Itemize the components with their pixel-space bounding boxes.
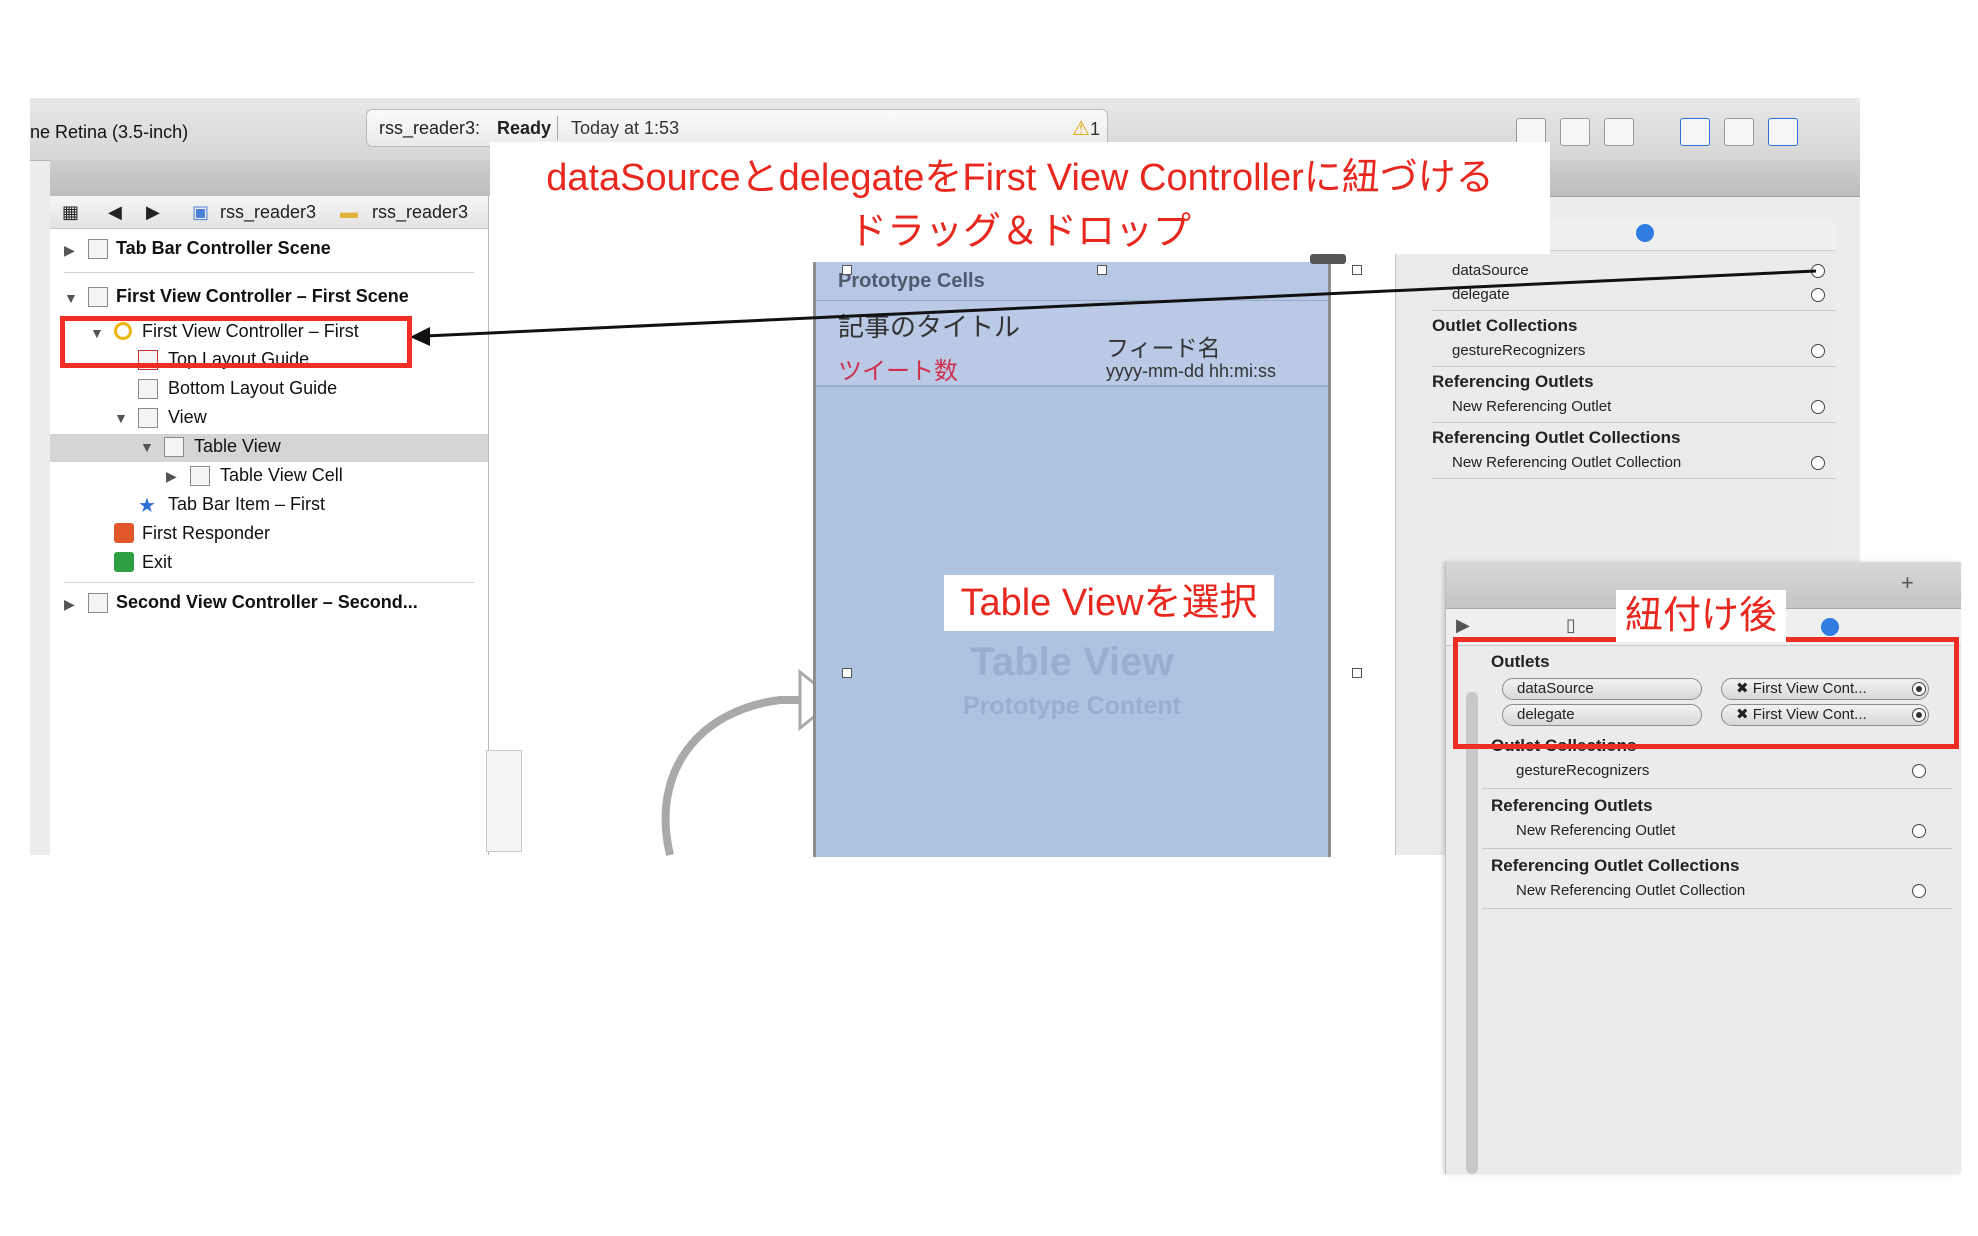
- referencing-outlets-heading: Referencing Outlets: [1491, 796, 1653, 815]
- new-referencing-outlet: New Referencing Outlet: [1516, 822, 1676, 839]
- new-referencing-collection: New Referencing Outlet Collection: [1516, 882, 1746, 899]
- divider: [1482, 788, 1952, 789]
- divider: [1482, 908, 1952, 909]
- callout-after-connection: 紐付け後: [1616, 590, 1786, 642]
- banner-line-1: dataSourceとdelegateをFirst View Controlle…: [546, 157, 1494, 199]
- file-icon[interactable]: ▯: [1566, 615, 1576, 636]
- callout-select-table-view: Table Viewを選択: [944, 575, 1274, 631]
- divider: [1482, 848, 1952, 849]
- instruction-banner: dataSourceとdelegateをFirst View Controlle…: [490, 142, 1550, 254]
- connections-inspector-icon[interactable]: [1821, 618, 1839, 636]
- connection-circle[interactable]: [1912, 764, 1926, 778]
- highlight-box-outlets: [1453, 637, 1959, 749]
- add-icon[interactable]: +: [1901, 570, 1914, 596]
- play-icon[interactable]: ▶: [1456, 615, 1470, 636]
- banner-line-2: ドラッグ＆ドロップ: [848, 211, 1191, 253]
- connection-circle[interactable]: [1912, 884, 1926, 898]
- highlight-box-first-vc: [60, 316, 412, 368]
- referencing-collections-heading: Referencing Outlet Collections: [1491, 856, 1740, 875]
- connection-circle[interactable]: [1912, 824, 1926, 838]
- after-scrollbar[interactable]: [1466, 692, 1478, 1174]
- outlet-gesture-recognizers: gestureRecognizers: [1516, 762, 1650, 779]
